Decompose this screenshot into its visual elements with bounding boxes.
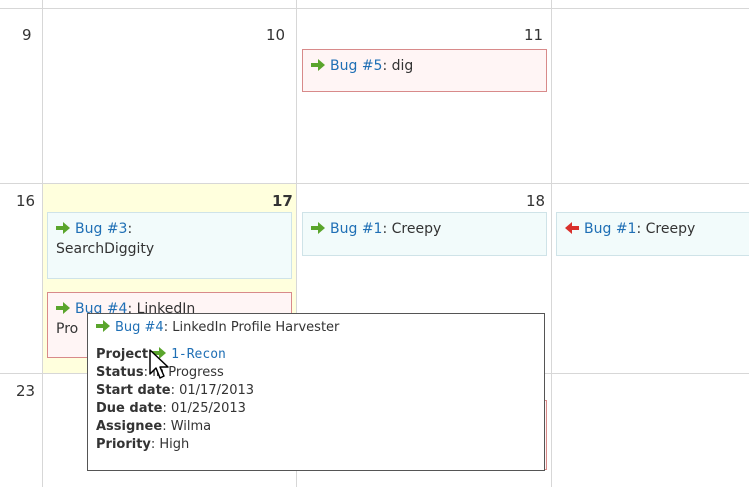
- tooltip-priority-row: Priority: High: [96, 436, 536, 454]
- due-date-value: : 01/25/2013: [162, 401, 246, 416]
- issue-title-cont: SearchDiggity: [56, 241, 155, 257]
- priority-label: Priority: [96, 437, 151, 452]
- project-label: Project: [96, 347, 149, 362]
- grid-line: [0, 183, 749, 184]
- issue-link[interactable]: Bug #3: [75, 221, 127, 237]
- mouse-cursor-icon: [149, 349, 169, 379]
- week-number: 23: [16, 382, 36, 400]
- week-number: 16: [16, 192, 36, 210]
- week-number: 9: [22, 26, 32, 44]
- issue-link[interactable]: Bug #1: [584, 221, 636, 237]
- assignee-label: Assignee: [96, 419, 163, 434]
- tooltip-start-row: Start date: 01/17/2013: [96, 382, 536, 400]
- tooltip-issue-title: : LinkedIn Profile Harvester: [163, 320, 340, 335]
- status-label: Status: [96, 365, 144, 380]
- issue-title-cont: Pro: [56, 321, 79, 337]
- arrow-right-icon: [56, 302, 70, 314]
- issue-title: : dig: [382, 58, 414, 74]
- grid-line: [551, 0, 552, 487]
- issue-card[interactable]: Bug #1: Creepy: [302, 212, 547, 256]
- tooltip-due-row: Due date: 01/25/2013: [96, 400, 536, 418]
- day-number: 17: [272, 192, 293, 210]
- due-date-label: Due date: [96, 401, 163, 416]
- priority-value: : High: [150, 437, 190, 452]
- issue-title: : Creepy: [382, 221, 442, 237]
- issue-card[interactable]: Bug #1: Creepy: [556, 212, 749, 256]
- arrow-right-icon: [311, 59, 325, 71]
- project-link[interactable]: 1-Recon: [171, 347, 226, 362]
- issue-link[interactable]: Bug #5: [330, 58, 382, 74]
- start-date-value: : 01/17/2013: [170, 383, 255, 398]
- issue-tooltip: Bug #4: LinkedIn Profile Harvester Proje…: [87, 313, 545, 471]
- arrow-left-icon: [565, 222, 579, 234]
- issue-card[interactable]: Bug #3: SearchDiggity: [47, 212, 292, 279]
- issue-title: :: [127, 221, 133, 237]
- arrow-right-icon: [311, 222, 325, 234]
- issue-card[interactable]: Bug #5: dig: [302, 49, 547, 92]
- day-number: 11: [524, 26, 544, 44]
- day-number: 18: [526, 192, 546, 210]
- tooltip-header: Bug #4: LinkedIn Profile Harvester: [96, 319, 536, 337]
- issue-title: : Creepy: [636, 221, 696, 237]
- assignee-value: : Wilma: [162, 419, 212, 434]
- grid-line: [0, 8, 749, 9]
- tooltip-issue-link[interactable]: Bug #4: [115, 320, 164, 335]
- arrow-right-icon: [96, 320, 110, 332]
- issue-link[interactable]: Bug #1: [330, 221, 382, 237]
- arrow-right-icon: [56, 222, 70, 234]
- tooltip-assignee-row: Assignee: Wilma: [96, 418, 536, 436]
- start-date-label: Start date: [96, 383, 171, 398]
- grid-line: [42, 0, 43, 487]
- day-number: 10: [266, 26, 286, 44]
